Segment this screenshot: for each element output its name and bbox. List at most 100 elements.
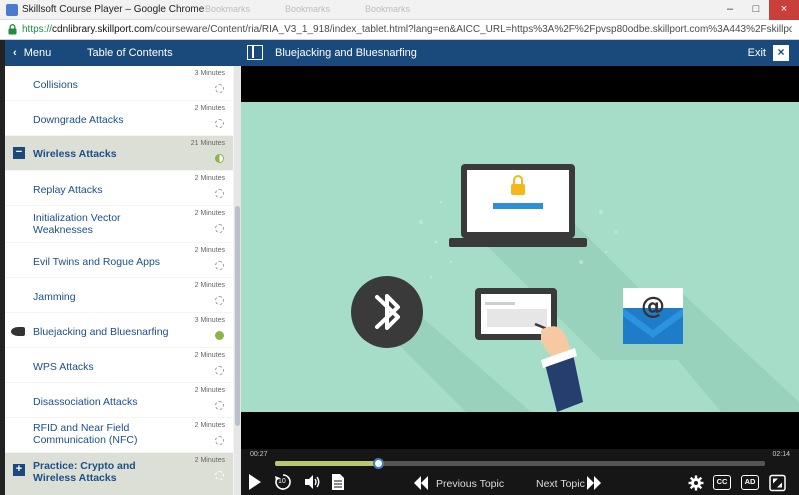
toc-item-label: Downgrade Attacks <box>33 114 124 126</box>
chevron-left-icon: ‹ <box>13 47 17 59</box>
toc-item-label: RFID and Near Field Communication (NFC) <box>33 422 138 446</box>
current-topic-pointer-icon <box>11 327 25 336</box>
toc-item-label: Evil Twins and Rogue Apps <box>33 256 161 268</box>
ghost-tab: Bookmarks <box>285 4 331 14</box>
play-icon[interactable] <box>248 473 262 491</box>
menu-label: Menu <box>23 47 52 59</box>
transcript-icon[interactable] <box>331 473 345 491</box>
toc-header: ‹ Menu Table of Contents <box>5 40 241 66</box>
toc-item-label: Collisions <box>33 79 78 91</box>
toc-item-collisions[interactable]: Collisions 3 Minutes <box>5 66 233 100</box>
toggle-sidebar-icon[interactable] <box>247 45 263 60</box>
current-time: 00:27 <box>250 451 268 458</box>
duration-label: 3 Minutes <box>194 317 225 324</box>
replay-seconds-label: 10 <box>278 478 286 485</box>
exit-label[interactable]: Exit <box>748 47 766 59</box>
toc-item-label: Disassociation Attacks <box>33 396 138 408</box>
progress-ring-icon <box>215 401 224 410</box>
duration-label: 2 Minutes <box>194 105 225 112</box>
duration-label: 2 Minutes <box>194 457 225 464</box>
progress-ring-icon <box>215 436 224 445</box>
expand-icon[interactable]: + <box>13 464 25 476</box>
close-window-button[interactable]: × <box>769 0 799 20</box>
closed-captions-button[interactable]: CC <box>713 475 731 490</box>
maximize-button[interactable]: □ <box>743 0 769 20</box>
toc-item-evil-twins[interactable]: Evil Twins and Rogue Apps 2 Minutes <box>5 243 233 277</box>
toc-item-disassociation-attacks[interactable]: Disassociation Attacks 2 Minutes <box>5 383 233 417</box>
email-envelope-icon: @ <box>623 288 683 344</box>
fullscreen-icon[interactable] <box>769 474 786 492</box>
toc-section-label: Practice: Crypto and Wireless Attacks <box>33 460 136 484</box>
toc-list: Collisions 3 Minutes Downgrade Attacks 2… <box>5 66 233 495</box>
topic-title: Bluejacking and Bluesnarfing <box>275 47 417 59</box>
browser-window: Skillsoft Course Player – Google Chrome … <box>0 0 799 495</box>
toc-item-label: Replay Attacks <box>33 184 103 196</box>
previous-topic-button[interactable]: Previous Topic <box>436 478 504 490</box>
toc-item-rfid-nfc[interactable]: RFID and Near Field Communication (NFC) … <box>5 418 233 452</box>
table-of-contents-panel: ‹ Menu Table of Contents Collisions 3 Mi… <box>5 40 241 495</box>
toc-section-wireless-attacks[interactable]: − Wireless Attacks 21 Minutes <box>5 136 233 170</box>
progress-knob[interactable] <box>372 458 384 469</box>
settings-gear-icon[interactable] <box>688 474 704 492</box>
duration-label: 21 Minutes <box>190 140 225 147</box>
bluetooth-icon <box>351 276 423 348</box>
next-topic-button[interactable]: Next Topic <box>536 478 585 490</box>
progress-ring-icon <box>215 366 224 375</box>
toc-item-label: WPS Attacks <box>33 361 94 373</box>
next-topic-icon[interactable] <box>586 474 602 492</box>
progress-ring-icon <box>215 261 224 270</box>
minimize-button[interactable]: – <box>717 0 743 20</box>
duration-label: 2 Minutes <box>194 175 225 182</box>
ghost-tab: Bookmarks <box>365 4 411 14</box>
progress-bar[interactable] <box>275 458 765 469</box>
player-header: Bluejacking and Bluesnarfing Exit × <box>241 40 799 66</box>
toc-item-bluejacking-current[interactable]: Bluejacking and Bluesnarfing 3 Minutes <box>5 313 233 347</box>
progress-ring-icon <box>215 471 224 480</box>
duration-label: 3 Minutes <box>194 70 225 77</box>
duration-label: 2 Minutes <box>194 282 225 289</box>
video-area[interactable]: @ <box>241 66 799 449</box>
toc-section-label: Wireless Attacks <box>33 148 117 160</box>
progress-ring-icon <box>215 154 224 163</box>
illustration: @ <box>351 164 799 412</box>
duration-label: 2 Minutes <box>194 210 225 217</box>
duration-label: 2 Minutes <box>194 387 225 394</box>
toc-item-initialization-vector-weaknesses[interactable]: Initialization Vector Weaknesses 2 Minut… <box>5 206 233 242</box>
collapse-icon[interactable]: − <box>13 147 25 159</box>
total-time: 02:14 <box>772 451 790 458</box>
previous-topic-icon[interactable] <box>413 474 429 492</box>
svg-text:@: @ <box>641 292 665 320</box>
completed-dot-icon <box>215 331 224 340</box>
toc-title: Table of Contents <box>87 47 173 59</box>
toc-item-downgrade-attacks[interactable]: Downgrade Attacks 2 Minutes <box>5 101 233 135</box>
ghost-tab: Bookmarks <box>205 4 251 14</box>
toc-item-label: Initialization Vector Weaknesses <box>33 212 121 236</box>
url-text[interactable]: https://cdnlibrary.skillport.com/coursew… <box>22 24 792 35</box>
duration-label: 2 Minutes <box>194 352 225 359</box>
toc-item-label: Bluejacking and Bluesnarfing <box>33 326 169 338</box>
toc-item-wps-attacks[interactable]: WPS Attacks 2 Minutes <box>5 348 233 382</box>
window-title: Skillsoft Course Player – Google Chrome <box>22 4 205 15</box>
audio-description-button[interactable]: AD <box>741 475 759 490</box>
toc-scrollbar[interactable] <box>234 66 241 495</box>
menu-button[interactable]: ‹ Menu <box>13 47 51 59</box>
lock-icon <box>8 24 17 35</box>
progress-ring-icon <box>215 84 224 93</box>
progress-ring-icon <box>215 119 224 128</box>
toc-item-replay-attacks[interactable]: Replay Attacks 2 Minutes <box>5 171 233 205</box>
progress-ring-icon <box>215 296 224 305</box>
volume-icon[interactable] <box>303 473 321 491</box>
replay-10-button[interactable]: 10 <box>274 473 292 491</box>
app-icon <box>6 4 18 16</box>
progress-ring-icon <box>215 224 224 233</box>
toc-section-practice[interactable]: + Practice: Crypto and Wireless Attacks … <box>5 453 233 495</box>
laptop-icon <box>449 164 587 247</box>
progress-ring-icon <box>215 189 224 198</box>
address-bar[interactable]: https://cdnlibrary.skillport.com/coursew… <box>0 20 799 40</box>
video-player: Bluejacking and Bluesnarfing Exit × @ 00… <box>241 40 799 495</box>
exit-button[interactable]: × <box>773 45 789 61</box>
toc-item-jamming[interactable]: Jamming 2 Minutes <box>5 278 233 312</box>
toc-item-label: Jamming <box>33 291 76 303</box>
progress-fill <box>275 461 378 466</box>
scroll-thumb[interactable] <box>235 206 240 426</box>
